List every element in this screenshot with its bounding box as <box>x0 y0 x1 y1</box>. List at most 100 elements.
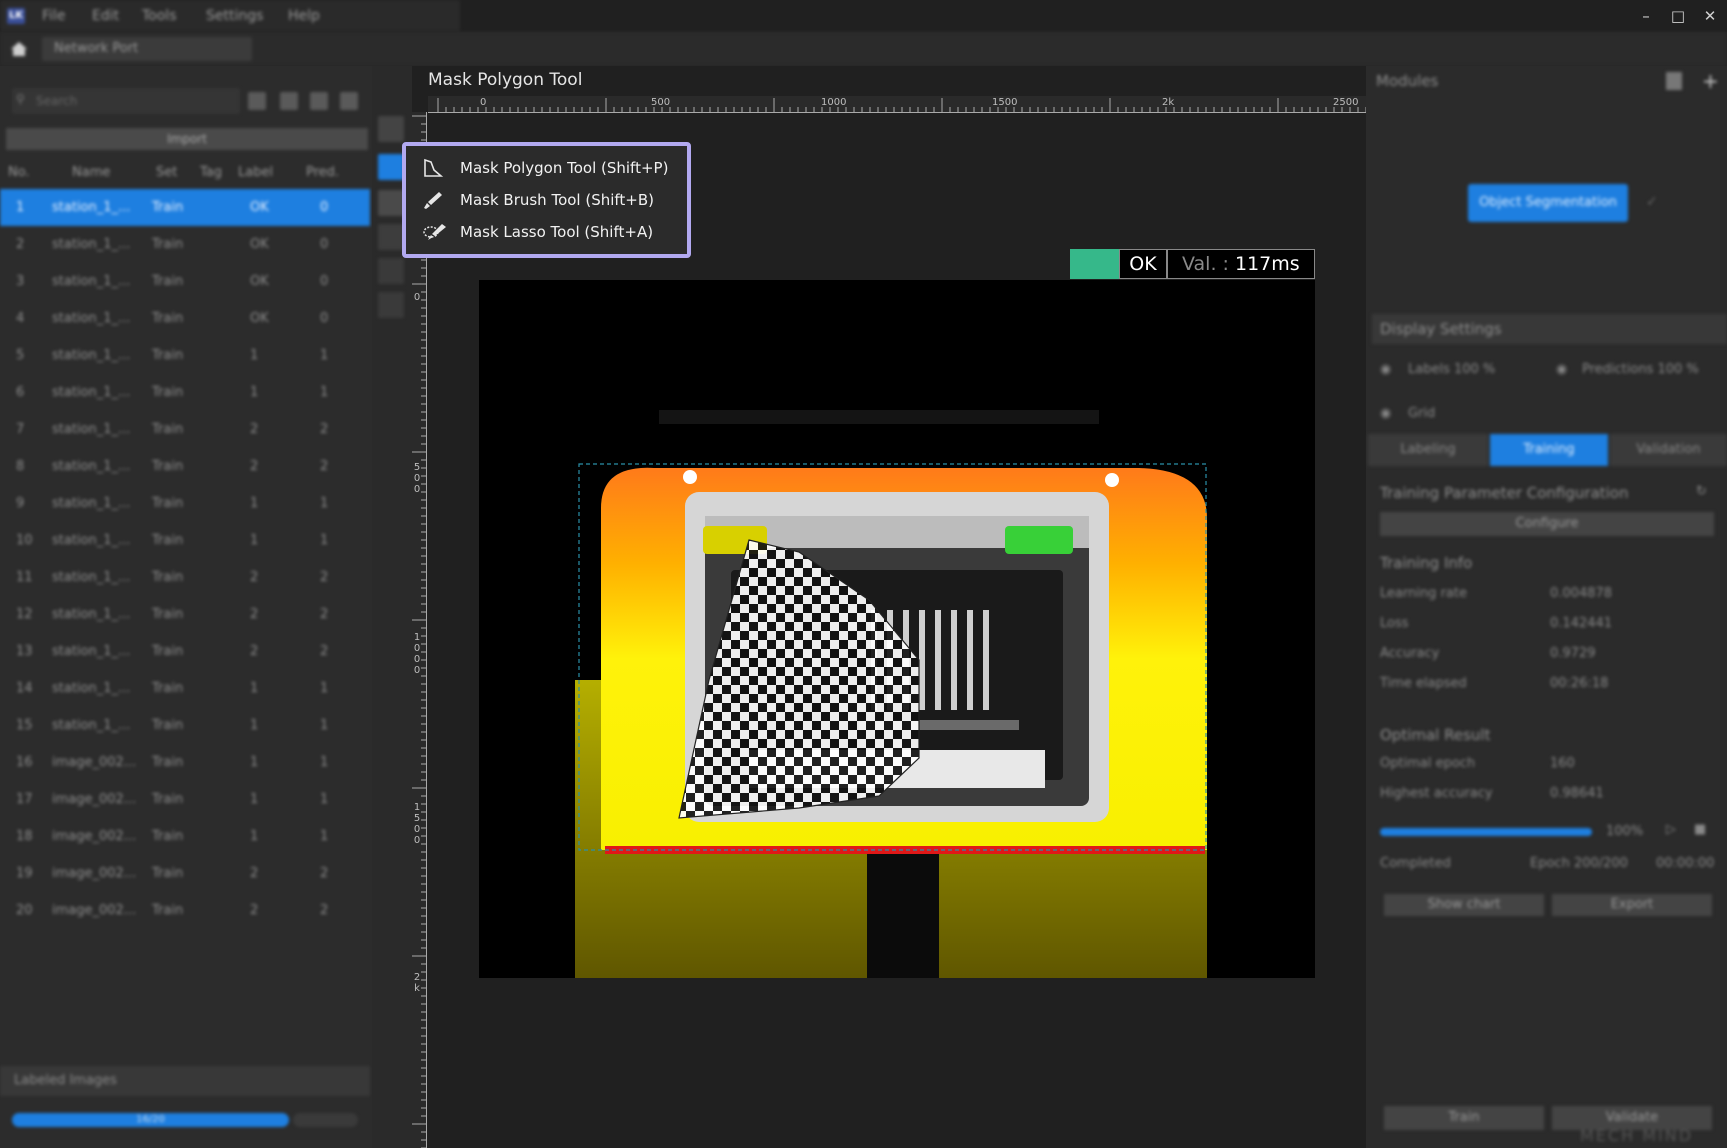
camera-icon[interactable] <box>340 92 358 110</box>
cell-label: OK <box>250 200 269 215</box>
col-header-tag[interactable]: Tag <box>200 165 222 180</box>
table-row[interactable]: 1 station_1_... Train OK 0 <box>0 189 370 226</box>
minimize-icon[interactable]: – <box>1631 4 1661 28</box>
table-row[interactable]: 5 station_1_... Train 1 1 <box>0 337 370 374</box>
ruler-top-label: 2k <box>1162 97 1175 108</box>
cell-label: 2 <box>250 459 259 474</box>
filter-icon[interactable] <box>280 92 298 110</box>
labels-opacity[interactable]: Labels 100 % <box>1408 362 1495 377</box>
labeled-progress-track <box>293 1113 358 1127</box>
select-tool-button[interactable] <box>378 258 404 284</box>
menu-item-polygon-tool[interactable]: Mask Polygon Tool (Shift+P) <box>412 152 682 184</box>
delete-icon[interactable] <box>1666 72 1682 90</box>
fill-tool-button[interactable] <box>378 190 404 216</box>
menu-item-brush-tool[interactable]: Mask Brush Tool (Shift+B) <box>412 184 682 216</box>
table-row[interactable]: 4 station_1_... Train OK 0 <box>0 300 370 337</box>
home-icon[interactable] <box>10 41 28 57</box>
cell-pred: 1 <box>320 533 329 548</box>
cell-label: 2 <box>250 422 259 437</box>
col-header-pred[interactable]: Pred. <box>306 165 339 180</box>
cell-name: image_002... <box>52 755 137 770</box>
table-row[interactable]: 10 station_1_... Train 1 1 <box>0 522 370 559</box>
add-module-icon[interactable]: + <box>1702 71 1720 91</box>
table-row[interactable]: 15 station_1_... Train 1 1 <box>0 707 370 744</box>
col-header-label[interactable]: Label <box>238 165 273 180</box>
table-row[interactable]: 3 station_1_... Train OK 0 <box>0 263 370 300</box>
export-button[interactable]: Export <box>1552 894 1712 916</box>
modules-title: Modules <box>1376 72 1439 90</box>
menu-file[interactable]: File <box>42 8 65 24</box>
inspection-image[interactable] <box>479 280 1315 978</box>
grid-toggle[interactable]: Grid <box>1408 406 1435 421</box>
train-button[interactable]: Train <box>1384 1106 1544 1130</box>
cell-label: OK <box>250 237 269 252</box>
tab-training[interactable]: Training <box>1490 434 1608 466</box>
table-row[interactable]: 20 image_002... Train 2 2 <box>0 892 370 929</box>
table-row[interactable]: 13 station_1_... Train 2 2 <box>0 633 370 670</box>
project-tab[interactable]: Network Port <box>42 37 252 61</box>
cell-label: 1 <box>250 792 259 807</box>
maximize-icon[interactable]: □ <box>1663 4 1693 28</box>
import-button[interactable]: Import <box>6 128 368 150</box>
menu-settings[interactable]: Settings <box>206 8 263 24</box>
menu-item-label: Mask Brush Tool (Shift+B) <box>460 191 655 209</box>
add-image-icon[interactable] <box>248 92 266 110</box>
reset-icon[interactable]: ↻ <box>1696 484 1707 499</box>
col-header-no[interactable]: No. <box>8 165 30 180</box>
module-node[interactable]: Object Segmentation <box>1468 184 1628 222</box>
cell-no: 7 <box>16 422 25 437</box>
table-row[interactable]: 18 image_002... Train 1 1 <box>0 818 370 855</box>
cell-set: Train <box>152 533 184 548</box>
menu-edit[interactable]: Edit <box>92 8 119 24</box>
predictions-opacity[interactable]: Predictions 100 % <box>1582 362 1699 377</box>
lasso-tool-icon <box>423 224 446 240</box>
table-row[interactable]: 8 station_1_... Train 2 2 <box>0 448 370 485</box>
ruler-top-label: 0 <box>480 97 487 108</box>
eye-icon[interactable]: ◉ <box>1380 406 1391 421</box>
menu-tools[interactable]: Tools <box>142 8 177 24</box>
table-row[interactable]: 2 station_1_... Train OK 0 <box>0 226 370 263</box>
ruler-horizontal <box>428 96 1366 113</box>
search-input[interactable]: Search <box>12 88 240 114</box>
table-row[interactable]: 12 station_1_... Train 2 2 <box>0 596 370 633</box>
cell-no: 20 <box>16 903 33 918</box>
mask-tool-button[interactable] <box>378 154 404 180</box>
close-icon[interactable]: ✕ <box>1695 4 1725 28</box>
rect-tool-button[interactable] <box>378 224 404 250</box>
play-icon[interactable]: ▷ <box>1666 822 1676 837</box>
polygon-tool-button[interactable] <box>378 116 404 142</box>
cell-no: 4 <box>16 311 25 326</box>
table-row[interactable]: 16 image_002... Train 1 1 <box>0 744 370 781</box>
eye-icon[interactable]: ◉ <box>1380 362 1391 377</box>
tab-labeling[interactable]: Labeling <box>1368 434 1488 466</box>
stop-icon[interactable]: ■ <box>1694 822 1706 837</box>
cell-no: 19 <box>16 866 33 881</box>
ruler-left-label: 1500 <box>413 802 421 846</box>
configure-button[interactable]: Configure <box>1380 512 1714 536</box>
cell-set: Train <box>152 459 184 474</box>
cell-name: image_002... <box>52 866 137 881</box>
display-settings-title: Display Settings <box>1380 320 1502 338</box>
cell-label: 2 <box>250 607 259 622</box>
table-row[interactable]: 19 image_002... Train 2 2 <box>0 855 370 892</box>
menu-item-lasso-tool[interactable]: Mask Lasso Tool (Shift+A) <box>412 216 682 248</box>
eye-icon[interactable]: ◉ <box>1556 362 1567 377</box>
brush-tool-icon <box>424 192 442 209</box>
table-row[interactable]: 6 station_1_... Train 1 1 <box>0 374 370 411</box>
app-logo: LK <box>7 8 25 24</box>
table-row[interactable]: 9 station_1_... Train 1 1 <box>0 485 370 522</box>
table-row[interactable]: 11 station_1_... Train 2 2 <box>0 559 370 596</box>
tab-validation[interactable]: Validation <box>1610 434 1727 466</box>
col-header-name[interactable]: Name <box>72 165 110 180</box>
move-tool-button[interactable] <box>378 292 404 318</box>
col-header-set[interactable]: Set <box>156 165 177 180</box>
cell-pred: 2 <box>320 903 329 918</box>
table-row[interactable]: 7 station_1_... Train 2 2 <box>0 411 370 448</box>
grid-view-icon[interactable] <box>310 92 328 110</box>
menu-help[interactable]: Help <box>288 8 320 24</box>
show-chart-button[interactable]: Show chart <box>1384 894 1544 916</box>
image-list-content: Search ⚲ Import No. Name Set Tag Label P… <box>0 66 372 1148</box>
table-row[interactable]: 14 station_1_... Train 1 1 <box>0 670 370 707</box>
cell-no: 11 <box>16 570 33 585</box>
table-row[interactable]: 17 image_002... Train 1 1 <box>0 781 370 818</box>
